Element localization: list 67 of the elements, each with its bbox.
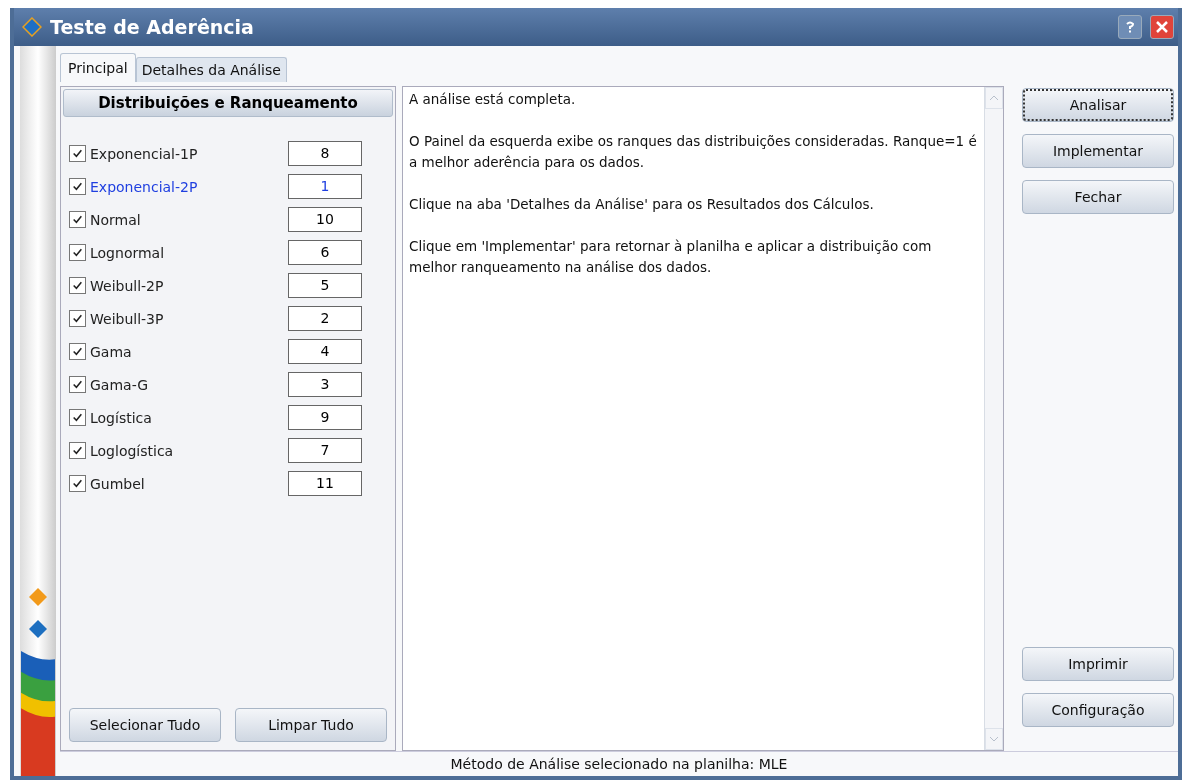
- action-button[interactable]: Fechar: [1022, 180, 1174, 214]
- rank-field: 5: [288, 273, 362, 298]
- action-button[interactable]: Imprimir: [1022, 647, 1174, 681]
- checkbox[interactable]: [69, 310, 86, 327]
- distribution-name[interactable]: Gumbel: [90, 475, 288, 492]
- checkbox[interactable]: [69, 475, 86, 492]
- help-icon: [1125, 21, 1135, 33]
- check-icon: [72, 214, 83, 225]
- distribution-name[interactable]: Gama-G: [90, 376, 288, 393]
- distribution-name[interactable]: Lognormal: [90, 244, 288, 261]
- message-paragraph: A análise está completa.: [409, 90, 577, 109]
- distribution-name[interactable]: Loglogística: [90, 442, 288, 459]
- a-diamond-icon: [28, 587, 48, 607]
- check-icon: [72, 346, 83, 357]
- checkbox[interactable]: [69, 277, 86, 294]
- check-icon: [72, 280, 83, 291]
- rank-field: 3: [288, 372, 362, 397]
- check-icon: [72, 379, 83, 390]
- checkbox[interactable]: [69, 211, 86, 228]
- rank-field: 9: [288, 405, 362, 430]
- checkbox[interactable]: [69, 145, 86, 162]
- check-icon: [72, 478, 83, 489]
- status-bar: Método de Análise selecionado na planilha: MLE: [60, 751, 1178, 776]
- rank-field: 10: [288, 207, 362, 232]
- checkbox[interactable]: [69, 343, 86, 360]
- rank-field: 4: [288, 339, 362, 364]
- tab[interactable]: Principal: [60, 53, 136, 82]
- distribution-name[interactable]: Logística: [90, 409, 288, 426]
- panel-button[interactable]: Limpar Tudo: [235, 708, 387, 742]
- message-paragraph: Clique na aba 'Detalhes da Análise' para os Resultados dos Cálculos.: [409, 195, 875, 214]
- rank-field: 1: [288, 174, 362, 199]
- checkbox[interactable]: [69, 442, 86, 459]
- distribution-name[interactable]: Weibull-3P: [90, 310, 288, 327]
- panel-header: Distribuições e Ranqueamento: [63, 89, 393, 117]
- message-paragraph: Clique em 'Implementar' para retornar à planilha e aplicar a distribuição com melhor ranqueamento na análise dos dados.: [409, 237, 933, 277]
- action-button[interactable]: Implementar: [1022, 134, 1174, 168]
- rank-field: 8: [288, 141, 362, 166]
- rank-field: 2: [288, 306, 362, 331]
- w-diamond-icon: [28, 619, 48, 639]
- distribution-name[interactable]: Gama: [90, 343, 288, 360]
- checkbox[interactable]: [69, 409, 86, 426]
- distribution-name[interactable]: Exponencial-2P: [90, 178, 288, 195]
- window-title: Teste de Aderência: [50, 16, 254, 38]
- check-icon: [72, 445, 83, 456]
- panel-button[interactable]: Selecionar Tudo: [69, 708, 221, 742]
- app-logo-icon: [22, 17, 42, 37]
- rank-field: 7: [288, 438, 362, 463]
- close-icon: [1156, 21, 1168, 33]
- help-button[interactable]: [1118, 15, 1142, 39]
- action-button[interactable]: Configuração: [1022, 693, 1174, 727]
- tab[interactable]: Detalhes da Análise: [135, 57, 287, 82]
- message-paragraph: O Painel da esquerda exibe os ranques das distribuições consideradas. Ranque=1 é a melhor aderência para os dados.: [409, 132, 978, 172]
- check-icon: [72, 181, 83, 192]
- checkbox[interactable]: [69, 376, 86, 393]
- check-icon: [72, 247, 83, 258]
- check-icon: [72, 148, 83, 159]
- rank-field: 11: [288, 471, 362, 496]
- distribution-name[interactable]: Normal: [90, 211, 288, 228]
- checkbox[interactable]: [69, 244, 86, 261]
- distribution-name[interactable]: Exponencial-1P: [90, 145, 288, 162]
- rank-field: 6: [288, 240, 362, 265]
- close-button[interactable]: [1150, 15, 1174, 39]
- distribution-name[interactable]: Weibull-2P: [90, 277, 288, 294]
- check-icon: [72, 412, 83, 423]
- action-button[interactable]: Analisar: [1022, 88, 1174, 122]
- check-icon: [72, 313, 83, 324]
- checkbox[interactable]: [69, 178, 86, 195]
